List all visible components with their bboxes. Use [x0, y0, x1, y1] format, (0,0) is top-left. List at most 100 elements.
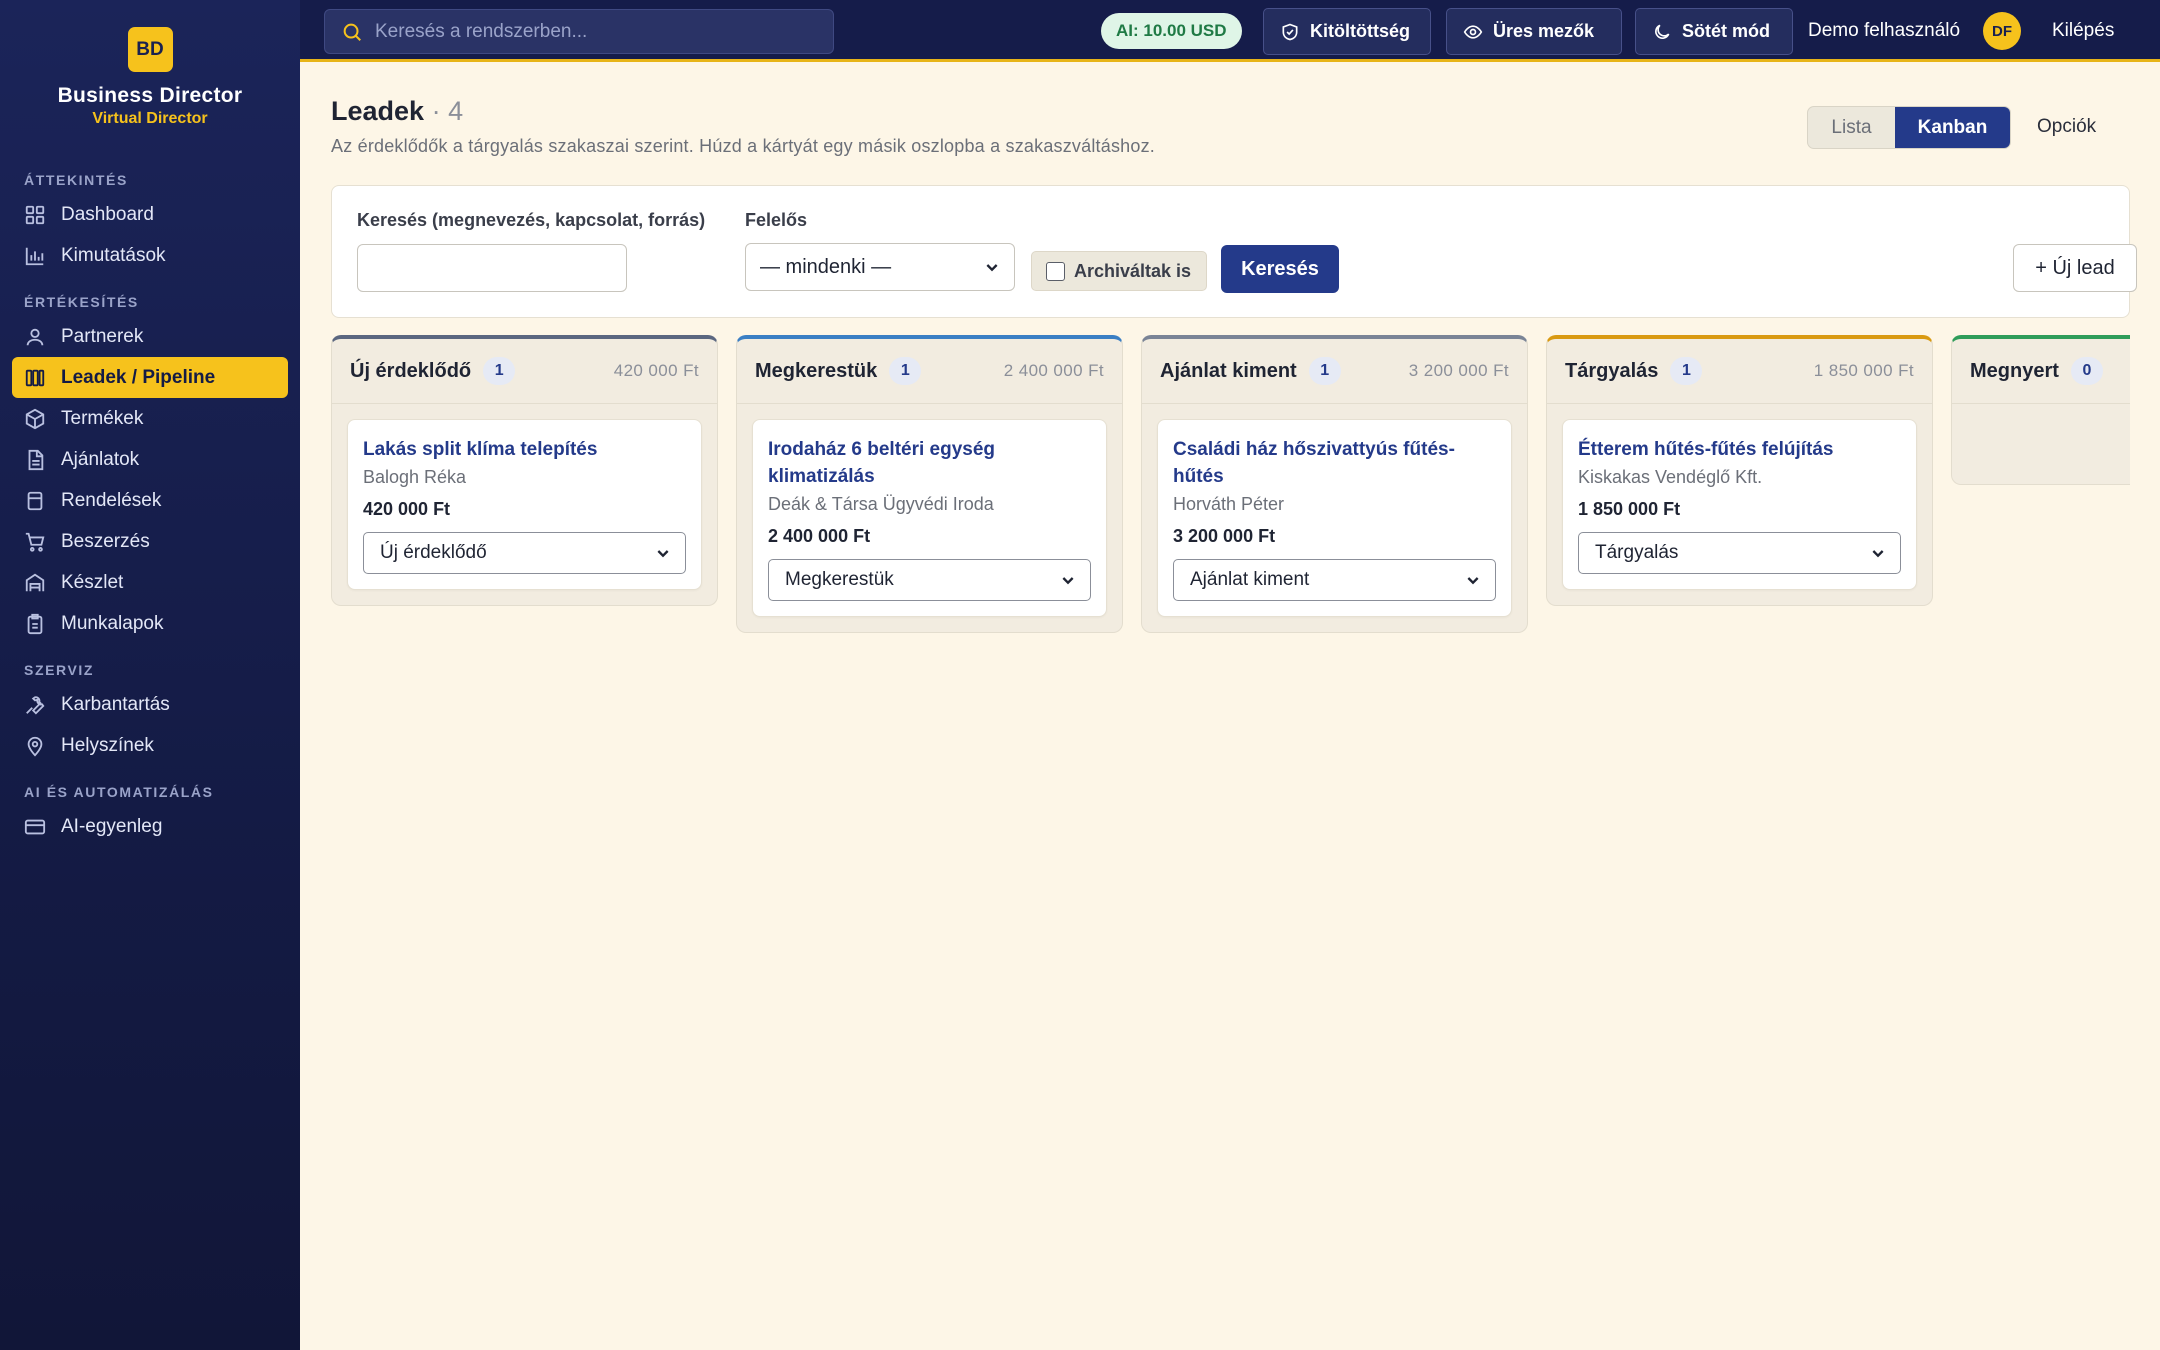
search-filter-label: Keresés (megnevezés, kapcsolat, forrás)	[357, 210, 706, 230]
lead-card[interactable]: Étterem hűtés-fűtés felújítás Kiskakas V…	[1562, 419, 1917, 590]
moon-icon	[1652, 22, 1672, 42]
brand-name: Business Director	[57, 84, 243, 107]
stage-select[interactable]: Ajánlat kiment	[1173, 559, 1496, 601]
lead-amount: 1 850 000 Ft	[1578, 499, 1681, 519]
search-button[interactable]: Keresés	[1221, 245, 1339, 293]
column-header: Ajánlat kiment 1 3 200 000 Ft	[1142, 339, 1527, 404]
global-search-input[interactable]	[375, 20, 815, 43]
lead-amount: 2 400 000 Ft	[768, 526, 871, 546]
chevron-down-icon	[1060, 572, 1076, 588]
sidebar-item-partners[interactable]: Partnerek	[12, 316, 288, 357]
completeness-label: Kitöltöttség	[1310, 21, 1410, 41]
page-title: Leadek · 4	[331, 96, 463, 127]
column-header: Megkerestük 1 2 400 000 Ft	[737, 339, 1122, 404]
sidebar-item-label: Rendelések	[61, 489, 162, 511]
user-icon	[24, 326, 46, 348]
sidebar-item-quotes[interactable]: Ajánlatok	[12, 439, 288, 480]
nav-section-title: SZERVIZ	[24, 662, 95, 678]
lead-title-link[interactable]: Lakás split klíma telepítés	[363, 436, 686, 463]
sidebar-item-reports[interactable]: Kimutatások	[12, 235, 288, 276]
sidebar-item-inventory[interactable]: Készlet	[12, 562, 288, 603]
cart-icon	[24, 531, 46, 553]
search-filter-input[interactable]	[357, 244, 627, 292]
chevron-down-icon	[655, 545, 671, 561]
column-count-badge: 1	[1670, 357, 1703, 385]
options-button[interactable]: Opciók	[2037, 116, 2096, 138]
kanban-column-new: Új érdeklődő 1 420 000 Ft Lakás split kl…	[331, 335, 718, 606]
search-icon	[341, 21, 363, 43]
sidebar-item-maintenance[interactable]: Karbantartás	[12, 684, 288, 725]
chevron-down-icon	[1465, 572, 1481, 588]
sidebar-item-ai-balance[interactable]: AI-egyenleg	[12, 806, 288, 847]
stage-select[interactable]: Tárgyalás	[1578, 532, 1901, 574]
logout-link[interactable]: Kilépés	[2052, 20, 2114, 42]
column-header: Megnyert 0	[1952, 339, 2130, 404]
global-search[interactable]	[324, 9, 834, 54]
owner-filter-label: Felelős	[745, 210, 808, 230]
nav-section-title: AI ÉS AUTOMATIZÁLÁS	[24, 784, 214, 800]
shield-check-icon	[1280, 22, 1300, 42]
ai-balance-badge[interactable]: AI: 10.00 USD	[1101, 13, 1242, 49]
sidebar-item-dashboard[interactable]: Dashboard	[12, 194, 288, 235]
clipboard-icon	[24, 613, 46, 635]
archived-toggle[interactable]: Archiváltak is	[1031, 251, 1207, 291]
columns-icon	[24, 367, 46, 389]
sidebar-item-worksheets[interactable]: Munkalapok	[12, 603, 288, 644]
archived-checkbox[interactable]	[1046, 261, 1065, 281]
column-title: Új érdeklődő	[350, 359, 472, 382]
lead-card[interactable]: Irodaház 6 beltéri egység klimatizálás D…	[752, 419, 1107, 617]
sidebar-item-label: AI-egyenleg	[61, 815, 163, 837]
avatar[interactable]: DF	[1983, 12, 2021, 50]
column-sum: 3 200 000 Ft	[1408, 361, 1509, 380]
sidebar-item-locations[interactable]: Helyszínek	[12, 725, 288, 766]
lead-title-link[interactable]: Családi ház hőszivattyús fűtés-hűtés	[1173, 436, 1496, 490]
column-body-empty	[1952, 404, 2130, 484]
stage-select-value: Ajánlat kiment	[1190, 569, 1310, 590]
kanban-column-contacted: Megkerestük 1 2 400 000 Ft Irodaház 6 be…	[736, 335, 1123, 633]
column-count-badge: 1	[483, 357, 516, 385]
view-list-button[interactable]: Lista	[1808, 107, 1895, 148]
brand: BD Business Director Virtual Director	[0, 0, 300, 128]
kanban-column-offer-sent: Ajánlat kiment 1 3 200 000 Ft Családi há…	[1141, 335, 1528, 633]
sidebar-item-label: Partnerek	[61, 325, 144, 347]
view-kanban-button[interactable]: Kanban	[1895, 107, 2010, 148]
user-name: Demo felhasználó	[1808, 20, 1961, 41]
column-sum: 2 400 000 Ft	[1003, 361, 1104, 380]
lead-card[interactable]: Lakás split klíma telepítés Balogh Réka …	[347, 419, 702, 590]
sidebar-item-orders[interactable]: Rendelések	[12, 480, 288, 521]
dark-mode-button[interactable]: Sötét mód	[1635, 8, 1793, 55]
chevron-down-icon	[1870, 545, 1886, 561]
sidebar-item-label: Munkalapok	[61, 612, 164, 634]
stage-select-value: Tárgyalás	[1595, 542, 1679, 563]
lead-title-link[interactable]: Irodaház 6 beltéri egység klimatizálás	[768, 436, 1091, 490]
view-toggle: Lista Kanban	[1807, 106, 2011, 149]
new-lead-button[interactable]: + Új lead	[2013, 244, 2137, 292]
stage-select[interactable]: Megkerestük	[768, 559, 1091, 601]
sidebar-item-label: Leadek / Pipeline	[61, 366, 216, 388]
column-title: Tárgyalás	[1565, 359, 1659, 382]
lead-title-link[interactable]: Étterem hűtés-fűtés felújítás	[1578, 436, 1901, 463]
wrench-icon	[24, 694, 46, 716]
column-body: Irodaház 6 beltéri egység klimatizálás D…	[737, 404, 1122, 632]
sidebar-item-purchasing[interactable]: Beszerzés	[12, 521, 288, 562]
sidebar-item-label: Ajánlatok	[61, 448, 140, 470]
stage-select-value: Új érdeklődő	[380, 542, 487, 563]
sidebar-item-products[interactable]: Termékek	[12, 398, 288, 439]
sidebar-item-leads-pipeline[interactable]: Leadek / Pipeline	[12, 357, 288, 398]
column-count-badge: 1	[889, 357, 922, 385]
brand-logo[interactable]: BD	[127, 27, 173, 72]
lead-card[interactable]: Családi ház hőszivattyús fűtés-hűtés Hor…	[1157, 419, 1512, 617]
grid-icon	[24, 204, 46, 226]
stage-select[interactable]: Új érdeklődő	[363, 532, 686, 574]
owner-select[interactable]: — mindenki —	[745, 243, 1015, 291]
document-icon	[24, 449, 46, 471]
sidebar-item-label: Készlet	[61, 571, 124, 593]
column-body: Étterem hűtés-fűtés felújítás Kiskakas V…	[1547, 404, 1932, 605]
page-title-text: Leadek	[331, 96, 425, 126]
archived-label: Archiváltak is	[1074, 260, 1192, 281]
sidebar-nav: ÁTTEKINTÉS Dashboard Kimutatások ÉRTÉKES…	[0, 160, 300, 847]
kanban-board: Új érdeklődő 1 420 000 Ft Lakás split kl…	[331, 335, 2130, 1035]
chevron-down-icon	[984, 259, 1000, 275]
completeness-button[interactable]: Kitöltöttség	[1263, 8, 1431, 55]
empty-fields-button[interactable]: Üres mezők	[1446, 8, 1622, 55]
